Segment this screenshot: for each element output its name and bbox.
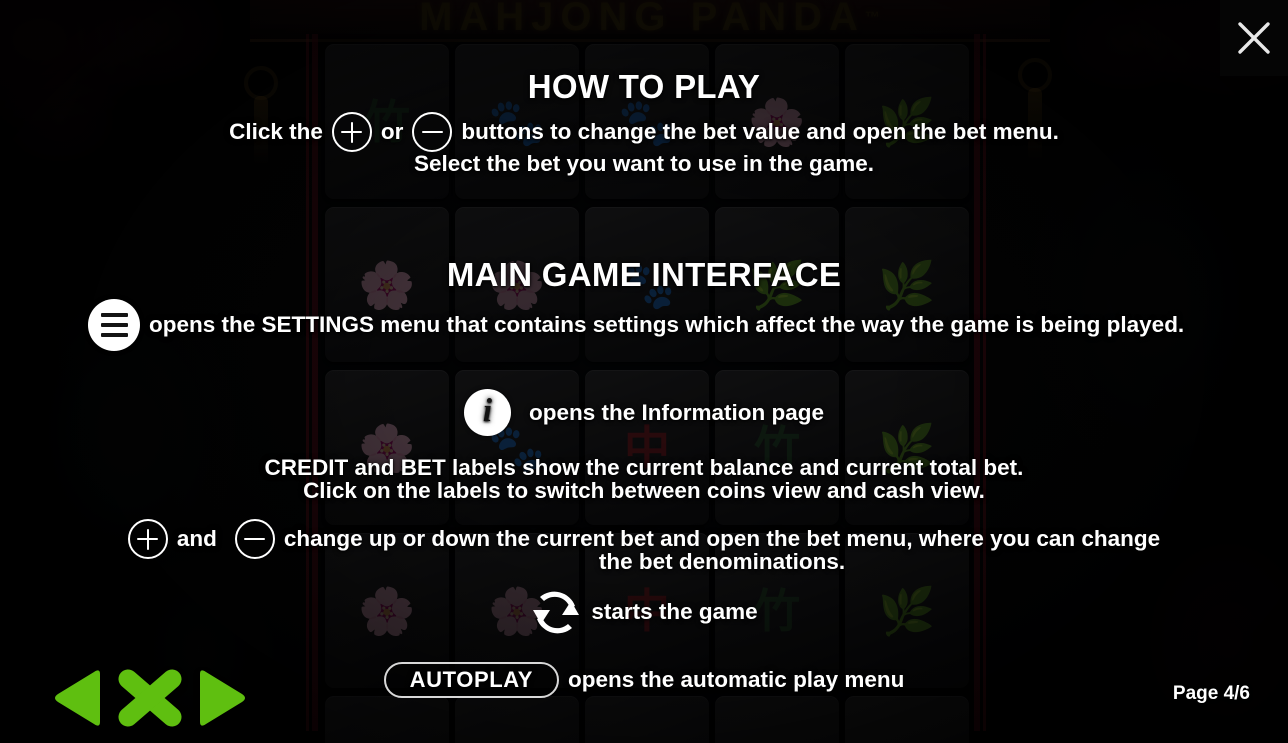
info-circle-icon[interactable]: i xyxy=(463,389,511,436)
how-to-play-click-label: Click the xyxy=(229,119,323,144)
game-help-overlay: MAHJONG PANDA™ 竹🐾🐾🌸🌿🌸🌸🐾🌿🌿🌸🐾中竹🌿🌸🌸中竹🌿🌸🌸竹🌿🌿… xyxy=(0,0,1288,743)
spin-row: starts the game xyxy=(0,588,1288,636)
close-x-icon[interactable] xyxy=(1237,21,1271,55)
hamburger-menu-icon[interactable] xyxy=(88,299,140,351)
exit-x-icon[interactable] xyxy=(112,665,188,731)
plus-circle-icon-2[interactable] xyxy=(127,519,168,559)
bet-change-description: change up or down the current bet and op… xyxy=(284,519,1160,573)
close-panel[interactable] xyxy=(1220,0,1288,76)
plus-vertical-bar xyxy=(146,528,150,550)
help-content: HOW TO PLAY Click the or buttons to chan… xyxy=(0,0,1288,743)
bet-change-line-2: the bet denominations. xyxy=(598,549,846,574)
bet-and-label: and xyxy=(176,526,217,551)
bet-change-row: and change up or down the current bet an… xyxy=(0,519,1288,573)
info-letter-i: i xyxy=(482,393,493,429)
previous-page-arrow-icon[interactable] xyxy=(48,666,110,730)
spin-refresh-icon[interactable] xyxy=(530,588,582,636)
how-to-play-line-2: Select the bet you want to use in the ga… xyxy=(413,151,875,176)
bet-change-line-1: change up or down the current bet and op… xyxy=(283,526,1161,551)
plus-circle-icon[interactable] xyxy=(331,112,372,152)
minus-horizontal-bar xyxy=(244,537,266,541)
minus-circle-icon[interactable] xyxy=(412,112,453,152)
main-game-interface-heading: MAIN GAME INTERFACE xyxy=(446,256,842,293)
settings-row: opens the SETTINGS menu that contains se… xyxy=(0,299,1288,351)
how-to-play-line-1: Click the or buttons to change the bet v… xyxy=(0,112,1288,152)
hamburger-bar-1 xyxy=(100,312,128,318)
minus-horizontal-bar xyxy=(421,130,443,134)
settings-description: opens the SETTINGS menu that contains se… xyxy=(149,312,1185,337)
how-to-play-after-label: buttons to change the bet value and open… xyxy=(461,119,1059,144)
info-row: i opens the Information page xyxy=(0,389,1288,436)
autoplay-button[interactable]: AUTOPLAY xyxy=(383,662,560,698)
how-to-play-heading: HOW TO PLAY xyxy=(527,68,761,105)
page-indicator: Page 4/6 xyxy=(1172,683,1250,704)
hamburger-bar-3 xyxy=(100,332,128,338)
page-navigation xyxy=(48,665,252,731)
credit-bet-line-2: Click on the labels to switch between co… xyxy=(303,478,985,503)
info-description: opens the Information page xyxy=(528,399,825,425)
hamburger-bar-2 xyxy=(100,322,128,328)
spin-description: starts the game xyxy=(591,599,758,624)
next-page-arrow-icon[interactable] xyxy=(190,666,252,730)
autoplay-description: opens the automatic play menu xyxy=(568,667,905,692)
minus-circle-icon-2[interactable] xyxy=(234,519,275,559)
plus-vertical-bar xyxy=(350,121,354,143)
how-to-play-or-label: or xyxy=(380,119,404,144)
